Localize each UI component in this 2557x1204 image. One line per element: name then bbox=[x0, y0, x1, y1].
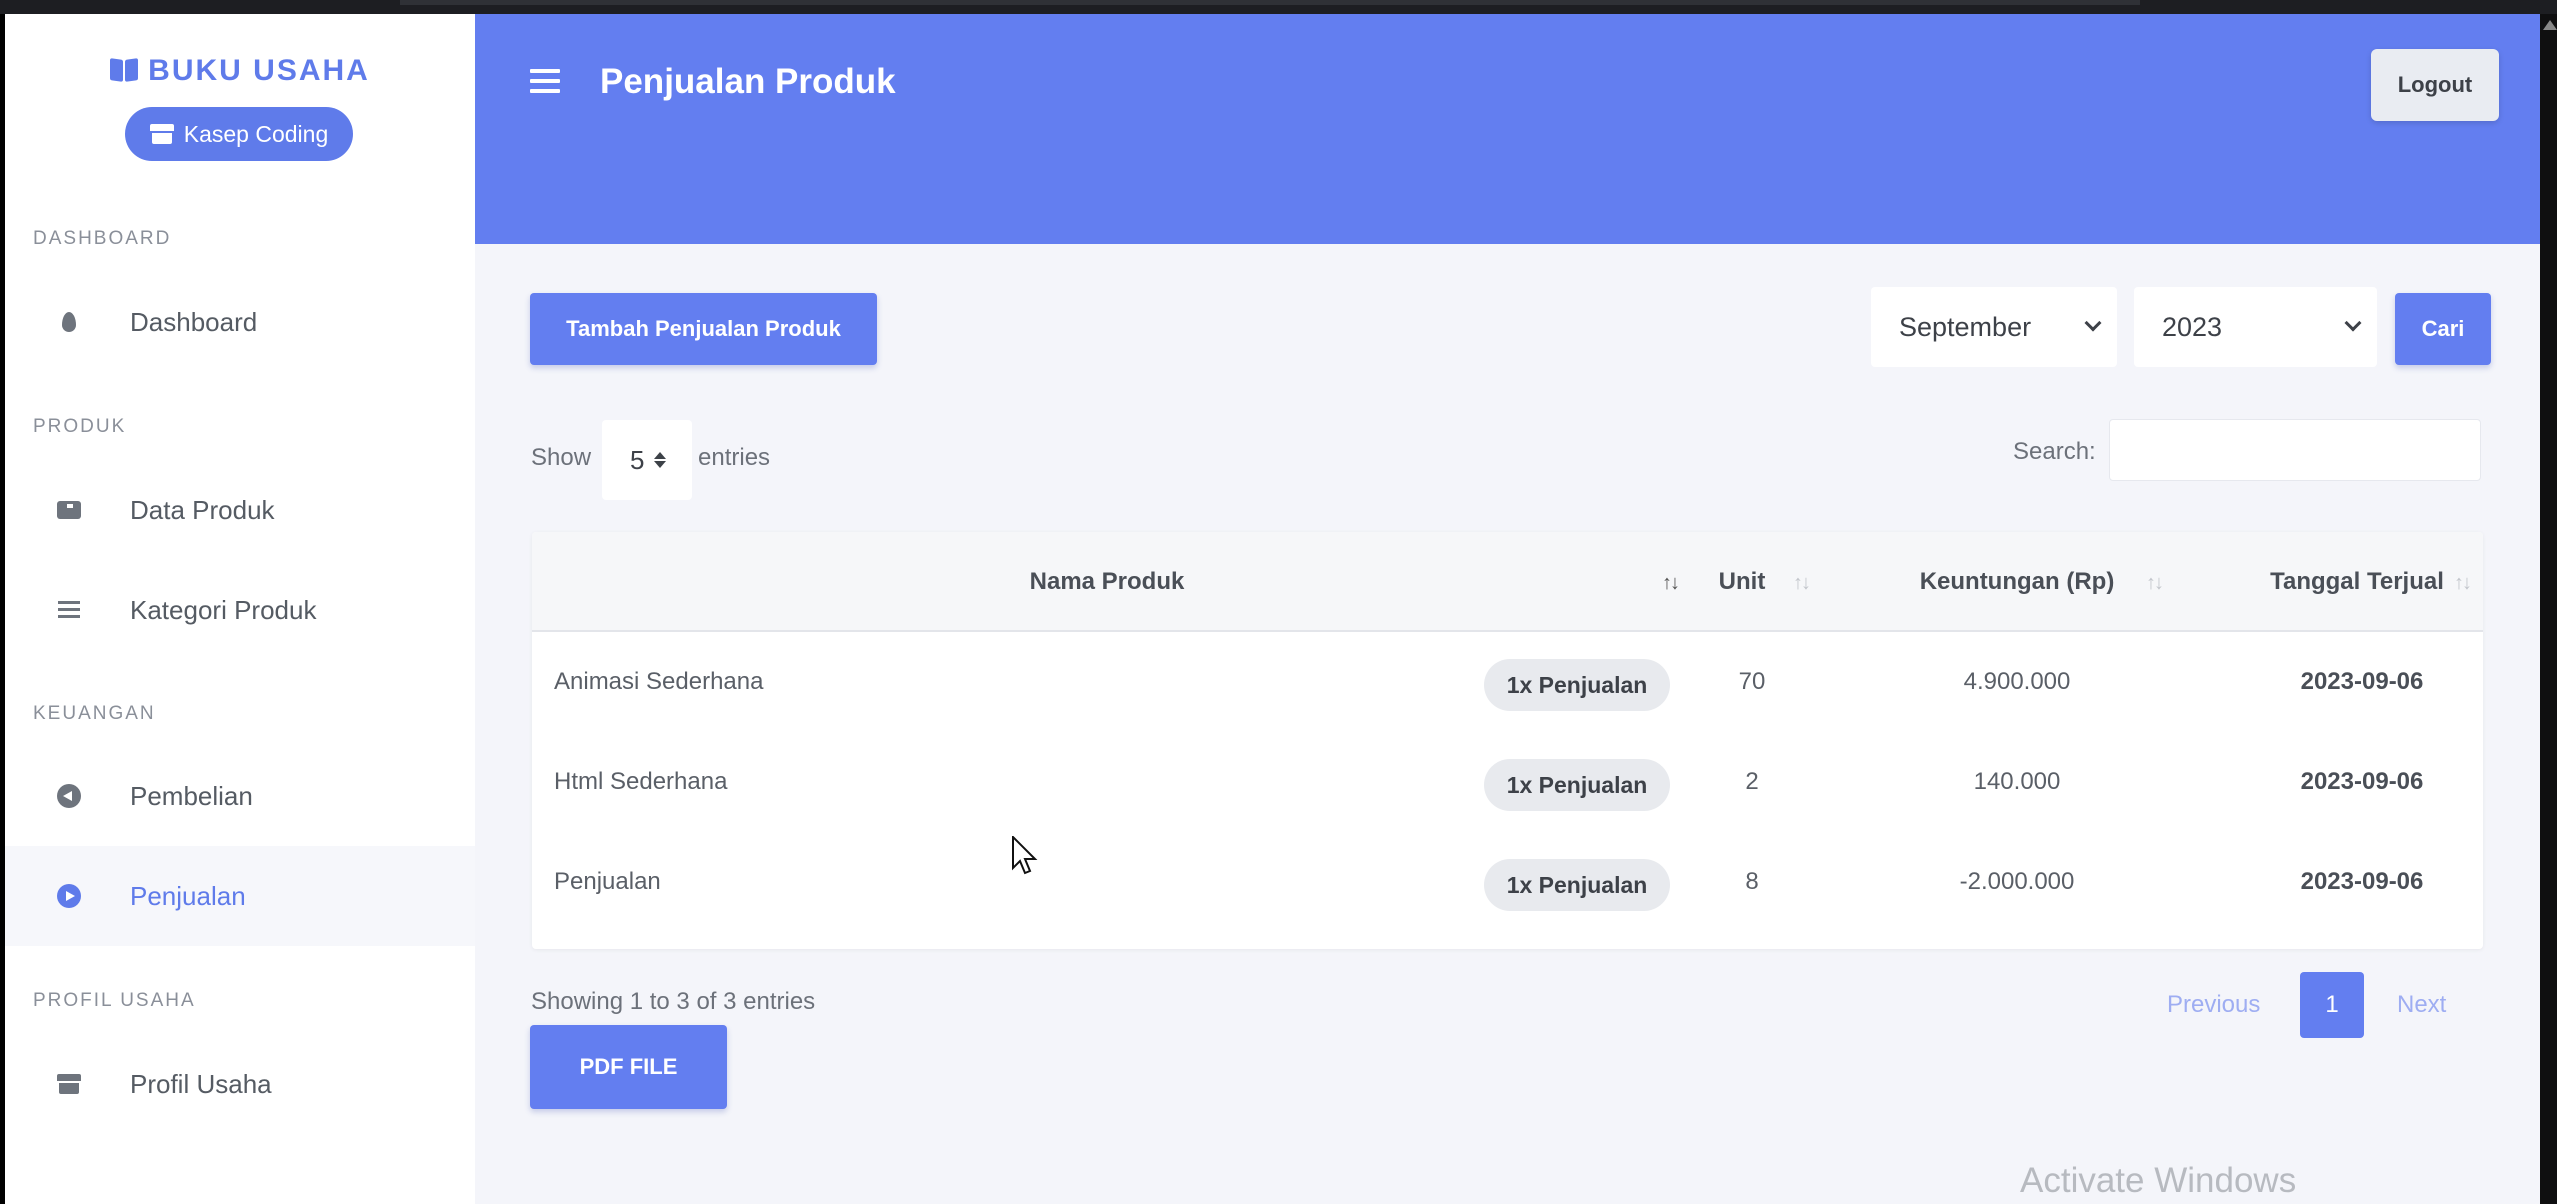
section-label-produk: PRODUK bbox=[33, 416, 127, 437]
book-icon bbox=[110, 59, 138, 81]
arrow-circle-left-icon bbox=[57, 784, 81, 808]
table-row: Html Sederhana 1x Penjualan 2 140.000 20… bbox=[532, 732, 2483, 832]
table-header: Nama Produk ↑↓ Unit ↑↓ Keuntungan (Rp) ↑… bbox=[532, 532, 2483, 632]
product-name: Html Sederhana bbox=[554, 768, 728, 795]
brand-title[interactable]: BUKU USAHA bbox=[5, 54, 475, 88]
sidebar-item-label: Pembelian bbox=[130, 780, 253, 811]
add-sale-button[interactable]: Tambah Penjualan Produk bbox=[530, 293, 877, 365]
entries-label: entries bbox=[698, 444, 771, 471]
fire-icon bbox=[57, 310, 81, 334]
profit-value: 140.000 bbox=[1973, 768, 2061, 795]
logout-button[interactable]: Logout bbox=[2371, 49, 2499, 121]
sort-asc-icon: ↑↓ bbox=[1662, 572, 1680, 594]
column-header-nama-produk[interactable]: Nama Produk bbox=[532, 532, 1682, 632]
sidebar-item-kategori-produk[interactable]: Kategori Produk bbox=[5, 560, 475, 660]
product-name: Animasi Sederhana bbox=[554, 668, 764, 695]
sidebar-item-label: Profil Usaha bbox=[130, 1068, 272, 1099]
sidebar-item-label: Dashboard bbox=[130, 306, 258, 337]
sidebar: BUKU USAHA Kasep Coding DASHBOARD Dashbo… bbox=[5, 14, 475, 1204]
show-label: Show bbox=[531, 444, 592, 471]
shop-badge[interactable]: Kasep Coding bbox=[125, 107, 353, 161]
unit-value: 2 bbox=[1745, 768, 1759, 795]
sales-count-badge: 1x Penjualan bbox=[1484, 759, 1670, 811]
entries-length-select[interactable]: 5 bbox=[602, 420, 692, 500]
sidebar-item-dashboard[interactable]: Dashboard bbox=[5, 272, 475, 372]
window-top-strip bbox=[0, 0, 2557, 14]
search-submit-button[interactable]: Cari bbox=[2395, 293, 2491, 365]
shop-name: Kasep Coding bbox=[183, 120, 329, 147]
section-label-keuangan: KEUANGAN bbox=[33, 703, 156, 724]
profit-value: -2.000.000 bbox=[1959, 868, 2075, 895]
sort-icon: ↑↓ bbox=[2146, 572, 2164, 594]
search-label: Search: bbox=[2013, 438, 2096, 465]
brand-name: BUKU USAHA bbox=[148, 54, 370, 87]
scroll-up-icon[interactable] bbox=[2543, 20, 2557, 30]
profit-value: 4.900.000 bbox=[1963, 668, 2071, 695]
sidebar-item-profil-usaha[interactable]: Profil Usaha bbox=[5, 1034, 475, 1134]
chevron-down-icon bbox=[2344, 314, 2362, 332]
column-header-tanggal[interactable]: Tanggal Terjual bbox=[2192, 532, 2483, 632]
sold-date: 2023-09-06 bbox=[2300, 868, 2424, 895]
sort-icon: ↑↓ bbox=[1793, 572, 1811, 594]
pdf-export-button[interactable]: PDF FILE bbox=[530, 1025, 727, 1109]
sidebar-item-penjualan[interactable]: Penjualan bbox=[5, 846, 475, 946]
month-select-value: September bbox=[1899, 311, 2032, 342]
sales-table: Nama Produk ↑↓ Unit ↑↓ Keuntungan (Rp) ↑… bbox=[532, 532, 2483, 949]
page-header: Penjualan Produk Logout bbox=[475, 14, 2540, 244]
sidebar-item-data-produk[interactable]: Data Produk bbox=[5, 460, 475, 560]
scrollbar[interactable] bbox=[2540, 14, 2557, 1204]
chevron-down-icon bbox=[2084, 314, 2102, 332]
select-arrows-icon bbox=[654, 452, 667, 468]
column-label: Keuntungan (Rp) bbox=[1919, 568, 2115, 595]
sidebar-item-label: Penjualan bbox=[130, 880, 246, 911]
column-label: Tanggal Terjual bbox=[2270, 568, 2444, 595]
sort-icon: ↑↓ bbox=[2454, 572, 2472, 594]
column-header-unit[interactable]: Unit bbox=[1687, 532, 1797, 632]
unit-value: 70 bbox=[1738, 668, 1766, 695]
entries-length-value: 5 bbox=[630, 444, 645, 475]
sidebar-item-label: Kategori Produk bbox=[130, 594, 317, 625]
os-activation-watermark: Activate Windows bbox=[2020, 1161, 2297, 1200]
year-select[interactable]: 2023 bbox=[2134, 287, 2377, 367]
store-icon bbox=[57, 1072, 81, 1096]
window-title-bar bbox=[400, 0, 2140, 5]
sold-date: 2023-09-06 bbox=[2300, 668, 2424, 695]
section-label-dashboard: DASHBOARD bbox=[33, 228, 172, 249]
table-search-input[interactable] bbox=[2109, 419, 2481, 481]
month-select[interactable]: September bbox=[1871, 287, 2117, 367]
page-title: Penjualan Produk bbox=[600, 62, 896, 101]
section-label-profil-usaha: PROFIL USAHA bbox=[33, 990, 196, 1011]
pagination-next[interactable]: Next bbox=[2397, 972, 2446, 1038]
unit-value: 8 bbox=[1745, 868, 1759, 895]
menu-toggle-icon[interactable] bbox=[530, 69, 560, 93]
sold-date: 2023-09-06 bbox=[2300, 768, 2424, 795]
store-icon bbox=[149, 124, 174, 144]
product-name: Penjualan bbox=[554, 868, 661, 895]
box-icon bbox=[57, 498, 81, 522]
table-row: Animasi Sederhana 1x Penjualan 70 4.900.… bbox=[532, 632, 2483, 732]
column-label: Nama Produk bbox=[1029, 568, 1185, 595]
table-info: Showing 1 to 3 of 3 entries bbox=[531, 988, 816, 1015]
pagination-previous[interactable]: Previous bbox=[2167, 972, 2260, 1038]
sidebar-item-pembelian[interactable]: Pembelian bbox=[5, 746, 475, 846]
sales-count-badge: 1x Penjualan bbox=[1484, 859, 1670, 911]
sidebar-item-label: Data Produk bbox=[130, 494, 275, 525]
list-icon bbox=[57, 598, 81, 622]
arrow-circle-right-icon bbox=[57, 884, 81, 908]
app-window: BUKU USAHA Kasep Coding DASHBOARD Dashbo… bbox=[5, 14, 2540, 1204]
table-row: Penjualan 1x Penjualan 8 -2.000.000 2023… bbox=[532, 832, 2483, 932]
column-label: Unit bbox=[1718, 568, 1766, 595]
pagination-page-1[interactable]: 1 bbox=[2300, 972, 2364, 1038]
year-select-value: 2023 bbox=[2162, 311, 2223, 342]
sales-count-badge: 1x Penjualan bbox=[1484, 659, 1670, 711]
